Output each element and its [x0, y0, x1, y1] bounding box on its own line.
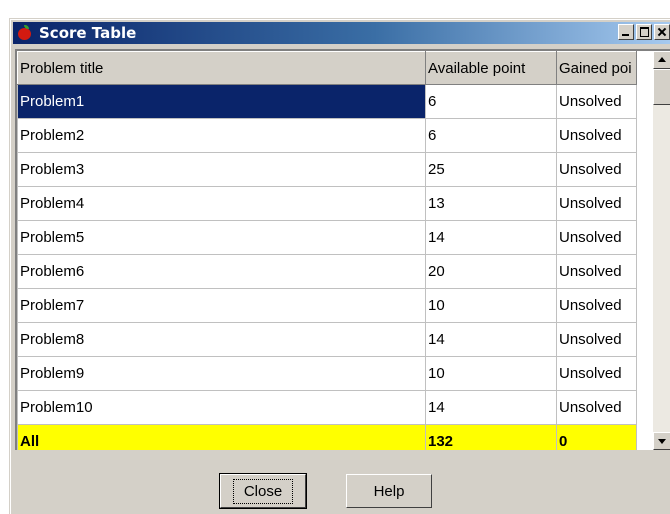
- gained-point-cell[interactable]: Unsolved: [556, 254, 637, 289]
- problem-title-cell[interactable]: Problem6: [17, 254, 426, 289]
- available-point-cell[interactable]: 14: [425, 220, 557, 255]
- gained-point-cell[interactable]: Unsolved: [556, 390, 637, 425]
- gained-point-cell[interactable]: Unsolved: [556, 288, 637, 323]
- table-row[interactable]: Problem5 14 Unsolved: [17, 220, 637, 255]
- gained-point-cell[interactable]: Unsolved: [556, 356, 637, 391]
- gained-point-cell[interactable]: Unsolved: [556, 118, 637, 153]
- table-row[interactable]: Problem7 10 Unsolved: [17, 288, 637, 323]
- table-row[interactable]: Problem9 10 Unsolved: [17, 356, 637, 391]
- table-row[interactable]: Problem4 13 Unsolved: [17, 186, 637, 221]
- problem-title-cell[interactable]: Problem5: [17, 220, 426, 255]
- column-header-problem-title[interactable]: Problem title: [17, 51, 426, 85]
- available-point-cell[interactable]: 132: [425, 424, 557, 450]
- problem-title-cell[interactable]: Problem3: [17, 152, 426, 187]
- available-point-cell[interactable]: 13: [425, 186, 557, 221]
- available-point-cell[interactable]: 6: [425, 118, 557, 153]
- score-grid: Problem title Available point Gained poi…: [15, 49, 670, 450]
- table-row[interactable]: Problem1 6 Unsolved: [17, 84, 637, 119]
- available-point-cell[interactable]: 6: [425, 84, 557, 119]
- score-table: Problem title Available point Gained poi…: [17, 51, 637, 450]
- gained-point-cell[interactable]: Unsolved: [556, 322, 637, 357]
- available-point-cell[interactable]: 14: [425, 322, 557, 357]
- available-point-cell[interactable]: 10: [425, 288, 557, 323]
- table-row[interactable]: Problem8 14 Unsolved: [17, 322, 637, 357]
- gained-point-cell[interactable]: 0: [556, 424, 637, 450]
- gained-point-cell[interactable]: Unsolved: [556, 84, 637, 119]
- table-row[interactable]: Problem6 20 Unsolved: [17, 254, 637, 289]
- score-table-window: Score Table Problem title Available poin…: [9, 18, 670, 514]
- table-header-row: Problem title Available point Gained poi: [17, 51, 637, 85]
- gained-point-cell[interactable]: Unsolved: [556, 152, 637, 187]
- help-button[interactable]: Help: [346, 474, 432, 508]
- gained-point-cell[interactable]: Unsolved: [556, 186, 637, 221]
- problem-title-cell[interactable]: Problem9: [17, 356, 426, 391]
- title-bar[interactable]: Score Table: [13, 22, 670, 44]
- help-button-label: Help: [373, 482, 405, 500]
- available-point-cell[interactable]: 14: [425, 390, 557, 425]
- table-row[interactable]: Problem10 14 Unsolved: [17, 390, 637, 425]
- table-row[interactable]: Problem2 6 Unsolved: [17, 118, 637, 153]
- table-row[interactable]: Problem3 25 Unsolved: [17, 152, 637, 187]
- available-point-cell[interactable]: 10: [425, 356, 557, 391]
- scroll-up-icon[interactable]: [653, 51, 670, 69]
- problem-title-cell[interactable]: Problem7: [17, 288, 426, 323]
- close-button-label: Close: [232, 478, 294, 504]
- column-header-gained-point[interactable]: Gained poi: [556, 51, 637, 85]
- available-point-cell[interactable]: 25: [425, 152, 557, 187]
- close-icon[interactable]: [654, 24, 670, 40]
- problem-title-cell[interactable]: All: [17, 424, 426, 450]
- problem-title-cell[interactable]: Problem8: [17, 322, 426, 357]
- gained-point-cell[interactable]: Unsolved: [556, 220, 637, 255]
- problem-title-cell[interactable]: Problem10: [17, 390, 426, 425]
- scroll-thumb[interactable]: [653, 69, 670, 105]
- total-row[interactable]: All 132 0: [17, 424, 637, 450]
- problem-title-cell[interactable]: Problem1: [17, 84, 426, 119]
- vertical-scrollbar[interactable]: [653, 51, 670, 450]
- close-button[interactable]: Close: [219, 473, 307, 509]
- minimize-icon[interactable]: [618, 24, 634, 40]
- problem-title-cell[interactable]: Problem2: [17, 118, 426, 153]
- column-header-available-point[interactable]: Available point: [425, 51, 557, 85]
- available-point-cell[interactable]: 20: [425, 254, 557, 289]
- apple-icon: [17, 25, 33, 41]
- scroll-down-icon[interactable]: [653, 432, 670, 450]
- window-title: Score Table: [39, 24, 137, 42]
- problem-title-cell[interactable]: Problem4: [17, 186, 426, 221]
- maximize-icon[interactable]: [636, 24, 652, 40]
